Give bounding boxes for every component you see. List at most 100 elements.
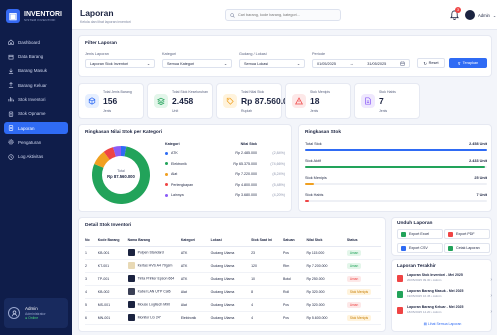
see-all-reports-link[interactable]: ▤ Lihat Semua Laporan bbox=[392, 322, 493, 326]
product-name: Mouse Logitech M90 bbox=[137, 302, 171, 307]
periode-label: Periode bbox=[312, 52, 326, 56]
product-thumbnail bbox=[127, 288, 135, 295]
table-row[interactable]: 5 MS-001 Mouse Logitech M90 Alat Gudang Utam… bbox=[85, 298, 381, 312]
kategori-select[interactable]: Semua Kategori ⌄ bbox=[162, 59, 232, 68]
table-row[interactable]: 4 KB-002 Kabel LAN UTP Cat6 Alat Gudang Utam… bbox=[85, 285, 381, 299]
table-cell: KB-002 bbox=[97, 285, 128, 299]
search-input[interactable] bbox=[238, 13, 338, 17]
stat-card-3: Total Nilai Stok Rp 87.560.000 Rupiah bbox=[216, 83, 297, 119]
header-user-menu[interactable]: Admin ⌄ bbox=[465, 10, 496, 20]
column-header[interactable]: No bbox=[85, 235, 98, 247]
table-cell: TP-001 bbox=[97, 272, 128, 286]
sidebar-item-pengaturan[interactable]: Pengaturan bbox=[4, 136, 68, 149]
stat-card-4: Stok Menipis 18 Jenis bbox=[285, 83, 351, 119]
table-cell: Alat bbox=[180, 285, 211, 299]
column-header[interactable]: Stok Saat Ini bbox=[251, 235, 284, 247]
file-icon bbox=[397, 275, 403, 282]
table-cell: Gudang Utama bbox=[210, 298, 252, 312]
sidebar-item-log-aktivitas[interactable]: Log Aktivitas bbox=[4, 150, 68, 163]
stock-summary-label: Stok Habis bbox=[305, 193, 324, 197]
column-header[interactable]: Status bbox=[346, 235, 381, 247]
table-cell: Gudang Utama bbox=[210, 285, 252, 299]
sidebar-item-data-barang[interactable]: Data Barang bbox=[4, 50, 68, 63]
stat-value: 18 bbox=[310, 96, 320, 106]
table-cell: ATK bbox=[180, 272, 211, 286]
stock-summary-bar bbox=[305, 200, 309, 202]
table-cell: 2 bbox=[85, 259, 98, 273]
column-header[interactable]: Kategori bbox=[180, 235, 211, 247]
cetak-laporan-button[interactable]: Cetak Laporan bbox=[444, 243, 490, 253]
table-cell: 4 bbox=[251, 298, 284, 312]
stat-value: 7 bbox=[379, 96, 384, 106]
table-cell: Tinta Printer Epson 664 bbox=[127, 272, 181, 286]
filter-panel: Filter Laporan Jenis Laporan Laporan Sto… bbox=[78, 35, 492, 77]
column-header[interactable]: Nilai Stok bbox=[306, 235, 347, 247]
sidebar-user-card[interactable]: Admin Administrator ● Online bbox=[4, 298, 68, 328]
sidebar-item-barang-keluar[interactable]: Barang Keluar bbox=[4, 79, 68, 92]
table-row[interactable]: 1 KB-001 Pulpen Standard ATK Gudang Utama 23 P… bbox=[85, 246, 381, 260]
donut-center-value: Rp 87.560.000 bbox=[107, 174, 135, 179]
column-header[interactable]: Kode Barang bbox=[97, 235, 128, 247]
stock-summary-bar bbox=[305, 183, 315, 185]
brand-name: INVENTORI bbox=[24, 10, 62, 18]
chevron-down-icon: ⌄ bbox=[296, 62, 300, 66]
table-row[interactable]: 3 TP-001 Tinta Printer Epson 664 ATK Gudang … bbox=[85, 272, 381, 286]
legend-label: ATK bbox=[171, 151, 178, 155]
recent-reports-card: Laporan Terakhir Laporan Stok Inventori … bbox=[391, 259, 492, 332]
sidebar-item-dashboard[interactable]: Dashboard bbox=[4, 36, 68, 49]
table-cell: Pcs bbox=[283, 246, 307, 260]
table-cell: KT-001 bbox=[97, 259, 128, 273]
filter-icon: ⊽ bbox=[457, 61, 461, 66]
column-header[interactable]: Nama Barang bbox=[127, 235, 181, 247]
sidebar-item-stok-opname[interactable]: Stok Opname bbox=[4, 107, 68, 120]
table-cell: Rp 5.600.000 bbox=[306, 311, 347, 325]
brand-logo[interactable]: ▣ INVENTORI SISTEM INVENTORI bbox=[0, 0, 72, 26]
product-thumbnail bbox=[127, 314, 135, 321]
refresh-icon: ↻ bbox=[423, 61, 427, 66]
apply-filter-button[interactable]: ⊽ Terapkan bbox=[449, 58, 487, 68]
export-pdf-button[interactable]: Export PDF bbox=[444, 229, 490, 239]
sidebar-item-stok-inventori[interactable]: Stok Inventori bbox=[4, 93, 68, 106]
column-header[interactable]: Satuan bbox=[283, 235, 307, 247]
date-range-picker[interactable]: 01/05/2025 → 31/05/2025 bbox=[312, 59, 410, 68]
gudang-select[interactable]: Semua Lokasi ⌄ bbox=[239, 59, 305, 68]
file-icon bbox=[397, 307, 403, 314]
table-cell: 3 bbox=[85, 272, 98, 286]
table-cell: ATK bbox=[180, 246, 211, 260]
chevron-down-icon: ⌄ bbox=[492, 12, 497, 18]
export-csv-button[interactable]: Export CSV bbox=[397, 243, 443, 253]
recent-report-item[interactable]: Laporan Barang Keluar - Mei 2025 18/05/20… bbox=[397, 305, 494, 321]
sidebar: ▣ INVENTORI SISTEM INVENTORI Dashboard Da… bbox=[0, 0, 72, 335]
table-cell: Botol bbox=[283, 272, 307, 286]
sidebar-item-label: Dashboard bbox=[18, 39, 41, 45]
chevron-down-icon: ⌄ bbox=[146, 62, 150, 66]
sidebar-item-label: Pengaturan bbox=[18, 139, 42, 145]
table-cell: Aman bbox=[346, 298, 381, 312]
gear-icon bbox=[8, 139, 14, 145]
recent-report-item[interactable]: Laporan Stok Inventori - Mei 2025 20/05/2… bbox=[397, 273, 494, 289]
stat-value: 2.458 bbox=[172, 96, 194, 106]
stat-card-2: Total Stok Keseluruhan 2.458 Unit bbox=[147, 83, 213, 119]
table-row[interactable]: 2 KT-001 Kertas HVS A4 70gsm ATK Gudang Utam… bbox=[85, 259, 381, 273]
reset-button[interactable]: ↻ Reset bbox=[417, 58, 445, 68]
stat-card-5: Stok Habis 7 Jenis bbox=[354, 83, 420, 119]
stat-card-1: Total Jenis Barang 156 Jenis bbox=[78, 83, 144, 119]
stock-summary-value: 25 Unit bbox=[474, 176, 487, 180]
recent-report-item[interactable]: Laporan Barang Masuk - Mei 2025 19/05/202… bbox=[397, 289, 494, 305]
export-excel-button[interactable]: Export Excel bbox=[397, 229, 443, 239]
sidebar-item-barang-masuk[interactable]: Barang Masuk bbox=[4, 65, 68, 78]
stock-summary-bar bbox=[305, 166, 486, 168]
table-cell: Aman bbox=[346, 259, 381, 273]
button-label: Export PDF bbox=[456, 232, 475, 236]
stock-summary-title: Ringkasan Stok bbox=[305, 130, 341, 135]
table-row[interactable]: 6 MN-001 Monitor LG 24" Elektronik Gudang Ut… bbox=[85, 311, 381, 325]
search-box[interactable] bbox=[225, 9, 341, 21]
jenis-select[interactable]: Laporan Stok Inventori ⌄ bbox=[85, 59, 155, 68]
sidebar-item-laporan[interactable]: Laporan bbox=[4, 121, 68, 135]
clipboard-icon bbox=[8, 111, 14, 117]
logo-icon: ▣ bbox=[6, 9, 20, 23]
table-cell: Roll bbox=[283, 285, 307, 299]
legend-item: Elektronik bbox=[165, 162, 187, 166]
column-header[interactable]: Lokasi bbox=[210, 235, 252, 247]
arrow-out-icon bbox=[8, 82, 14, 88]
